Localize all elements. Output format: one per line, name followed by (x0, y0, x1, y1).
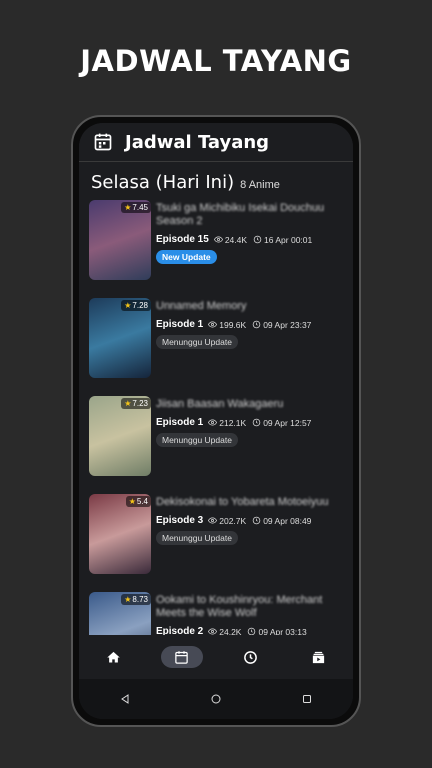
section-header: Selasa (Hari Ini) 8 Anime (79, 162, 353, 193)
anime-count: 8 Anime (240, 179, 280, 191)
view-count: 24.4K (224, 234, 248, 245)
app-title: Jadwal Tayang (125, 131, 270, 153)
anime-thumbnail: ★5.4 (89, 494, 151, 574)
status-badge: Menunggu Update (156, 531, 238, 545)
view-count: 212.1K (219, 417, 247, 428)
rating-value: 5.4 (136, 497, 148, 506)
eye-icon (213, 236, 223, 243)
app-bar: Jadwal Tayang (79, 123, 353, 162)
home-icon (107, 651, 120, 662)
anime-title: Tsuki ga Michibiku Isekai Douchuu Season… (156, 202, 325, 227)
view-count: 202.7K (219, 515, 247, 526)
star-icon: ★ (124, 399, 132, 408)
clock-icon (253, 235, 262, 244)
rating-badge: ★7.23 (121, 398, 151, 409)
anime-thumbnail: ★7.28 (89, 298, 151, 378)
anime-thumbnail: ★7.23 (89, 396, 151, 476)
clock-icon (248, 627, 256, 635)
calendar-icon (94, 133, 112, 151)
anime-title: Dekisokonai to Yobareta Motoeiyuu (156, 496, 329, 508)
nav-history-button[interactable] (229, 646, 271, 668)
rating-badge: ★5.4 (125, 496, 151, 507)
anime-thumbnail: ★8.73 (89, 592, 151, 635)
anime-item[interactable]: ★8.73 Ookami to Koushinryou: Merchant Me… (79, 592, 353, 635)
schedule-content[interactable]: Selasa (Hari Ini) 8 Anime ★7.45 Tsuki ga… (79, 162, 353, 635)
clock-icon (252, 516, 261, 525)
anime-title: Ookami to Koushinryou: Merchant Meets th… (156, 594, 323, 619)
status-badge: Menunggu Update (156, 335, 238, 349)
view-count: 24.2K (219, 626, 242, 636)
recents-icon[interactable] (301, 693, 313, 705)
star-icon: ★ (124, 595, 132, 604)
promo-title: JADWAL TAYANG (80, 44, 352, 78)
status-badge: New Update (156, 250, 217, 264)
calendar-icon (175, 650, 188, 664)
rating-value: 7.28 (132, 301, 148, 310)
anime-item[interactable]: ★7.28 Unnamed Memory Episode 1 199.6K 09… (79, 298, 353, 396)
day-label: Selasa (Hari Ini) (91, 172, 235, 193)
release-time: 16 Apr 00:01 (264, 234, 313, 245)
rating-value: 8.73 (132, 595, 148, 604)
nav-schedule-button[interactable] (160, 646, 203, 668)
eye-icon (208, 628, 218, 635)
anime-title: Jiisan Baasan Wakagaeru (156, 398, 284, 410)
episode-label: Episode 15 (156, 234, 209, 245)
anime-item[interactable]: ★5.4 Dekisokonai to Yobareta Motoeiyuu E… (79, 494, 353, 592)
star-icon: ★ (124, 301, 132, 310)
status-badge: Menunggu Update (156, 433, 238, 447)
rating-badge: ★7.28 (121, 300, 151, 311)
back-icon[interactable] (119, 693, 131, 705)
anime-title: Unnamed Memory (156, 300, 247, 312)
bottom-nav (79, 635, 353, 679)
rating-badge: ★7.45 (121, 202, 151, 213)
anime-item[interactable]: ★7.45 Tsuki ga Michibiku Isekai Douchuu … (79, 200, 353, 298)
episode-label: Episode 1 (156, 417, 204, 428)
star-icon: ★ (128, 497, 136, 506)
rating-value: 7.23 (132, 399, 148, 408)
rating-badge: ★8.73 (121, 594, 151, 605)
eye-icon (208, 321, 218, 328)
release-time: 09 Apr 08:49 (263, 515, 312, 526)
episode-label: Episode 3 (156, 515, 204, 526)
anime-item[interactable]: ★7.23 Jiisan Baasan Wakagaeru Episode 1 … (79, 396, 353, 494)
home-circle-icon[interactable] (210, 693, 222, 705)
episode-label: Episode 2 (156, 626, 204, 635)
system-nav-bar (79, 679, 353, 719)
eye-icon (208, 517, 218, 524)
release-time: 09 Apr 23:37 (263, 319, 312, 330)
library-icon (313, 651, 325, 663)
view-count: 199.6K (219, 319, 247, 330)
release-time: 09 Apr 12:57 (263, 417, 312, 428)
rating-value: 7.45 (132, 203, 148, 212)
app-screen: Jadwal Tayang Selasa (Hari Ini) 8 Anime … (79, 123, 353, 719)
star-icon: ★ (124, 203, 132, 212)
clock-icon (252, 320, 261, 329)
clock-icon (243, 650, 257, 664)
eye-icon (208, 419, 218, 426)
nav-home-button[interactable] (92, 646, 134, 668)
phone-frame: Jadwal Tayang Selasa (Hari Ini) 8 Anime … (71, 115, 361, 727)
release-time: 09 Apr 03:13 (258, 626, 307, 636)
nav-library-button[interactable] (298, 646, 340, 668)
episode-label: Episode 1 (156, 319, 204, 330)
anime-list: ★7.45 Tsuki ga Michibiku Isekai Douchuu … (79, 200, 353, 635)
clock-icon (252, 418, 261, 427)
anime-thumbnail: ★7.45 (89, 200, 151, 280)
